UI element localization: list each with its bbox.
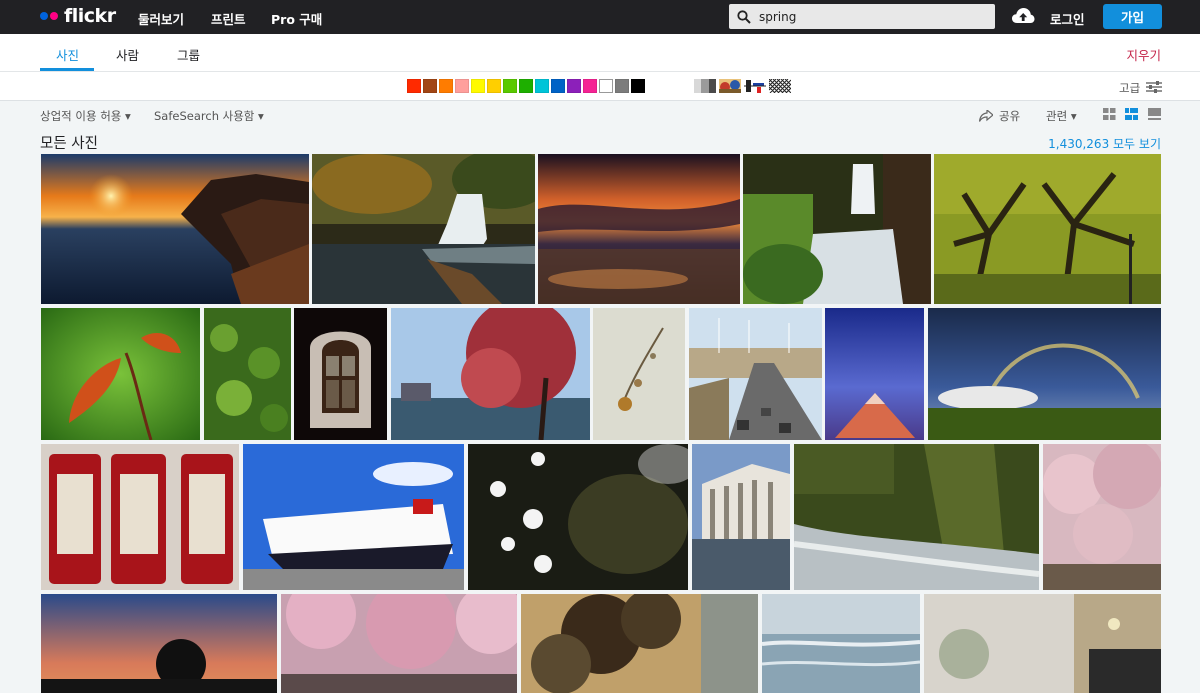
color-swatch-1[interactable] — [407, 79, 421, 93]
photo-mossy-waterfall[interactable] — [743, 154, 931, 304]
photo-reflection-water[interactable] — [762, 594, 920, 693]
photo-cherry-tree-lake[interactable] — [391, 308, 590, 440]
detail-view-icon[interactable] — [1148, 108, 1161, 120]
login-link[interactable]: 로그인 — [1050, 9, 1085, 28]
tab-groups[interactable]: 그룹 — [177, 45, 200, 64]
clear-search-link[interactable]: 지우기 — [1126, 45, 1161, 64]
color-swatch-15[interactable] — [631, 79, 645, 93]
photo-willow-trees[interactable] — [934, 154, 1161, 304]
photo-highway-windmills[interactable] — [689, 308, 822, 440]
color-swatch-7[interactable] — [503, 79, 517, 93]
justified-view-icon[interactable] — [1125, 108, 1138, 120]
shallow-depth-style-icon[interactable] — [719, 79, 741, 93]
view-all-count-link[interactable]: 1,430,263 모두 보기 — [1048, 135, 1161, 152]
photo-rainbow-field[interactable] — [928, 308, 1161, 440]
results-title: 모든 사진 — [40, 136, 98, 152]
active-tab-indicator — [40, 68, 94, 71]
photo-cherry-blossom-path[interactable] — [281, 594, 517, 693]
cloud-upload-icon[interactable] — [1011, 6, 1035, 26]
flickr-logo[interactable]: flickr — [40, 5, 116, 27]
photo-red-phone-booths[interactable] — [41, 444, 239, 590]
color-swatch-12[interactable] — [583, 79, 597, 93]
photo-steam-train-smoke[interactable] — [521, 594, 758, 693]
search-input[interactable]: spring — [759, 10, 796, 24]
sort-dropdown[interactable]: 관련 ▾ — [1046, 108, 1077, 124]
photo-arched-window[interactable] — [294, 308, 387, 440]
color-swatch-6[interactable] — [487, 79, 501, 93]
minimalist-style-icon[interactable] — [744, 79, 766, 93]
photo-blossom-bokeh[interactable] — [593, 308, 685, 440]
advanced-filter-label[interactable]: 고급 — [1119, 80, 1140, 96]
color-swatch-4[interactable] — [455, 79, 469, 93]
photo-waterfall-forest[interactable] — [312, 154, 535, 304]
color-swatch-14[interactable] — [615, 79, 629, 93]
photo-green-bush[interactable] — [204, 308, 291, 440]
color-swatch-8[interactable] — [519, 79, 533, 93]
photo-leaf-sprout[interactable] — [41, 308, 200, 440]
signup-button[interactable]: 가입 — [1103, 4, 1162, 29]
photo-dusk-silhouette[interactable] — [41, 594, 277, 693]
color-swatch-2[interactable] — [423, 79, 437, 93]
photo-dramatic-sky-beach[interactable] — [538, 154, 740, 304]
nav-get-pro[interactable]: Pro 구매 — [271, 9, 322, 28]
top-nav-bar: flickr 둘러보기 프린트 Pro 구매 spring 로그인 가입 — [0, 0, 1200, 34]
share-button[interactable]: 공유 — [979, 108, 1020, 124]
photo-columned-building[interactable] — [692, 444, 790, 590]
license-filter-label: 상업적 이용 허용 — [40, 109, 122, 123]
caret-down-icon: ▾ — [1070, 109, 1077, 123]
logo-blue-dot — [40, 12, 48, 20]
share-label: 공유 — [999, 109, 1021, 123]
photo-pink-blossom-park[interactable] — [1043, 444, 1161, 590]
style-swatches — [694, 79, 794, 93]
color-filter-bar: 고급 — [0, 72, 1200, 101]
photo-volcano-mountain[interactable] — [825, 308, 924, 440]
nav-explore[interactable]: 둘러보기 — [138, 9, 184, 28]
filter-sliders-icon[interactable] — [1146, 81, 1162, 93]
color-swatch-9[interactable] — [535, 79, 549, 93]
caret-down-icon: ▾ — [125, 109, 131, 123]
patterns-style-icon[interactable] — [769, 79, 791, 93]
search-tabs-bar: 사진 사람 그룹 지우기 — [0, 34, 1200, 72]
photo-cafe-bokeh[interactable] — [924, 594, 1161, 693]
color-swatch-11[interactable] — [567, 79, 581, 93]
license-filter-dropdown[interactable]: 상업적 이용 허용 ▾ — [40, 108, 131, 124]
tab-photos[interactable]: 사진 — [56, 45, 79, 64]
logo-pink-dot — [50, 12, 58, 20]
color-swatch-10[interactable] — [551, 79, 565, 93]
color-swatch-5[interactable] — [471, 79, 485, 93]
photo-cruise-ship[interactable] — [243, 444, 464, 590]
color-swatch-13[interactable] — [599, 79, 613, 93]
safesearch-label: SafeSearch 사용함 — [154, 109, 255, 123]
nav-prints[interactable]: 프린트 — [211, 9, 246, 28]
sort-label: 관련 — [1046, 109, 1068, 123]
color-swatch-3[interactable] — [439, 79, 453, 93]
caret-down-icon: ▾ — [258, 109, 264, 123]
photo-sunset-cliffs[interactable] — [41, 154, 309, 304]
photo-forest-stream[interactable] — [794, 444, 1039, 590]
grid-small-view-icon[interactable] — [1103, 108, 1116, 120]
tab-people[interactable]: 사람 — [116, 45, 139, 64]
logo-text: flickr — [64, 5, 116, 27]
color-swatches — [407, 79, 647, 93]
photo-white-flowers-dark[interactable] — [468, 444, 688, 590]
share-arrow-icon — [979, 110, 993, 122]
search-icon — [737, 9, 751, 24]
search-box[interactable]: spring — [729, 4, 995, 29]
safesearch-dropdown[interactable]: SafeSearch 사용함 ▾ — [154, 108, 264, 124]
black-white-style-icon[interactable] — [694, 79, 716, 93]
